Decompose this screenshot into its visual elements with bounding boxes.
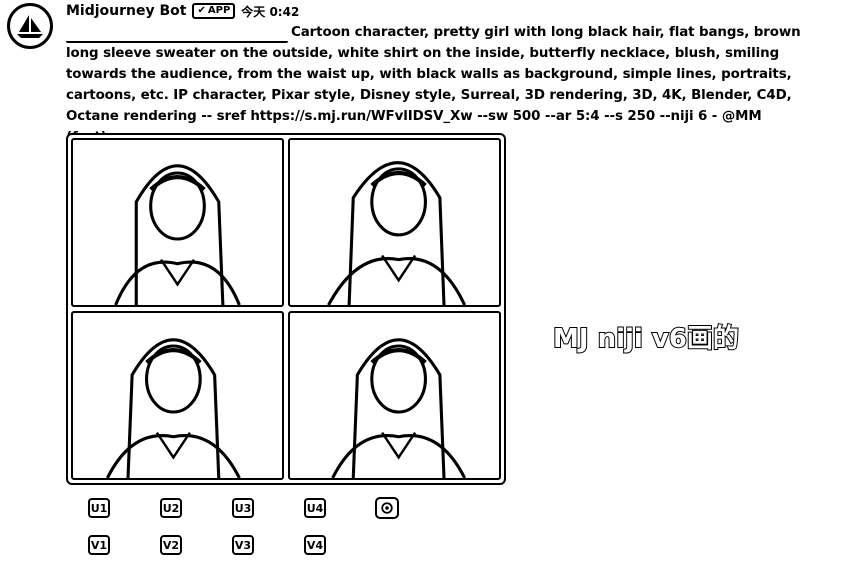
grid-image-4[interactable]	[288, 311, 501, 480]
upscale-button-4[interactable]: U4	[304, 498, 326, 518]
app-badge: ✔ APP	[192, 3, 236, 19]
variation-button-3[interactable]: V3	[232, 535, 254, 555]
portrait-illustration	[331, 338, 467, 478]
portrait-illustration	[105, 338, 241, 478]
portrait-illustration	[114, 164, 241, 305]
refresh-icon	[381, 502, 393, 514]
upscale-button-2[interactable]: U2	[160, 498, 182, 518]
overlay-caption: MJ niji v6画的	[552, 323, 740, 355]
message-header: Midjourney Bot ✔ APP 今天 0:42	[66, 2, 299, 20]
variation-button-1[interactable]: V1	[88, 535, 110, 555]
message-timestamp: 今天 0:42	[241, 4, 300, 19]
upscale-button-1[interactable]: U1	[88, 498, 110, 518]
bot-name[interactable]: Midjourney Bot	[66, 3, 186, 19]
grid-image-2[interactable]	[288, 138, 501, 307]
sailboat-icon	[17, 15, 43, 38]
portrait-illustration	[327, 161, 467, 305]
bot-avatar[interactable]	[7, 3, 53, 49]
grid-image-3[interactable]	[71, 311, 284, 480]
upscale-button-3[interactable]: U3	[232, 498, 254, 518]
variation-button-2[interactable]: V2	[160, 535, 182, 555]
image-grid	[66, 133, 506, 485]
grid-image-1[interactable]	[71, 138, 284, 307]
checkmark-icon: ✔	[197, 5, 206, 16]
app-badge-label: APP	[207, 5, 231, 16]
prompt-text: Cartoon character, pretty girl with long…	[66, 25, 801, 145]
reroll-button[interactable]	[375, 497, 399, 519]
variation-button-4[interactable]: V4	[304, 535, 326, 555]
